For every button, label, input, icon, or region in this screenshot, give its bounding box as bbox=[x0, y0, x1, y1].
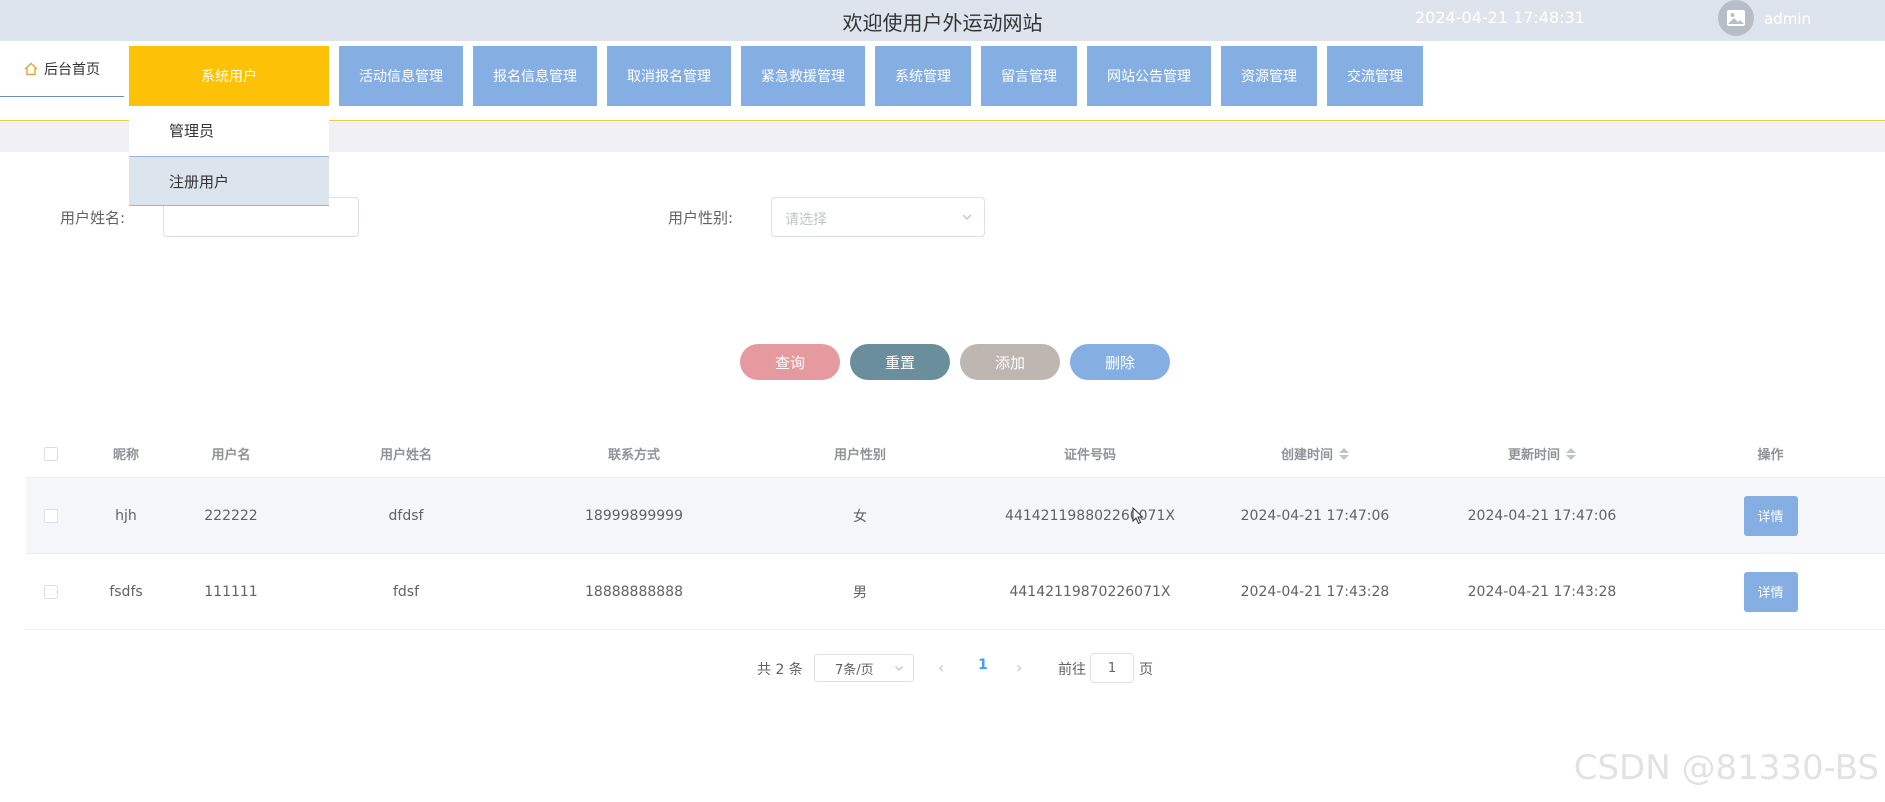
nav-item-cancel-registration[interactable]: 取消报名管理 bbox=[607, 46, 731, 106]
gender-placeholder: 请选择 bbox=[785, 212, 827, 228]
cell-gender: 女 bbox=[853, 508, 867, 525]
select-all-checkbox[interactable] bbox=[44, 446, 58, 461]
nav-item-activity[interactable]: 活动信息管理 bbox=[339, 46, 463, 106]
nav-item-messages[interactable]: 留言管理 bbox=[981, 46, 1077, 106]
image-icon bbox=[1727, 10, 1745, 26]
query-button[interactable]: 查询 bbox=[740, 344, 840, 380]
nav-item-system[interactable]: 系统管理 bbox=[875, 46, 971, 106]
page-size-select[interactable]: 7条/页 bbox=[814, 654, 914, 682]
nav-item-exchange[interactable]: 交流管理 bbox=[1327, 46, 1423, 106]
cell-created-time: 2024-04-21 17:43:28 bbox=[1240, 583, 1390, 600]
cell-phone: 18888888888 bbox=[585, 583, 683, 600]
table-row[interactable]: hjh 222222 dfdsf 18999899999 女 441421198… bbox=[26, 478, 1885, 554]
prev-page-icon[interactable]: ‹ bbox=[938, 658, 944, 677]
column-header: 用户姓名 bbox=[379, 448, 432, 463]
add-button[interactable]: 添加 bbox=[960, 344, 1060, 380]
row-checkbox[interactable] bbox=[44, 584, 58, 599]
cell-created-time: 2024-04-21 17:47:06 bbox=[1240, 507, 1390, 524]
cell-updated-time: 2024-04-21 17:47:06 bbox=[1467, 507, 1617, 524]
cell-phone: 18999899999 bbox=[585, 507, 683, 524]
column-header: 操作 bbox=[1757, 448, 1784, 463]
dropdown-item-admin[interactable]: 管理员 bbox=[129, 106, 329, 156]
column-header: 联系方式 bbox=[607, 448, 660, 463]
table-header-row: 昵称 用户名 用户姓名 联系方式 用户性别 证件号码 创建时间 更新时间 操作 bbox=[26, 430, 1885, 478]
pagination-total: 共 2 条 bbox=[757, 662, 803, 678]
row-checkbox[interactable] bbox=[44, 508, 58, 523]
cell-updated-time: 2024-04-21 17:43:28 bbox=[1467, 583, 1617, 600]
gender-select[interactable]: 请选择 bbox=[771, 197, 985, 237]
cell-id-number: 441421198802260071X bbox=[1005, 507, 1175, 524]
nav-item-notices[interactable]: 网站公告管理 bbox=[1087, 46, 1211, 106]
cell-gender: 男 bbox=[853, 584, 867, 601]
home-link[interactable]: 后台首页 bbox=[0, 41, 124, 97]
detail-button[interactable]: 详情 bbox=[1743, 571, 1798, 612]
column-header: 昵称 bbox=[112, 448, 139, 463]
page-size-value: 7条/页 bbox=[835, 662, 874, 678]
cell-username: 222222 bbox=[204, 507, 258, 524]
column-header: 证件号码 bbox=[1063, 448, 1116, 463]
nav-item-system-users[interactable]: 系统用户 bbox=[129, 46, 329, 106]
column-header: 用户性别 bbox=[833, 448, 886, 463]
datetime-display: 2024-04-21 17:48:31 bbox=[1415, 8, 1585, 27]
column-header: 用户名 bbox=[211, 448, 251, 463]
cell-actions: 详情 bbox=[1656, 478, 1885, 553]
dropdown-item-registered-users[interactable]: 注册用户 bbox=[129, 156, 329, 206]
top-header: 欢迎使用户外运动网站 2024-04-21 17:48:31 admin bbox=[0, 0, 1885, 41]
name-label: 用户姓名: bbox=[60, 209, 126, 227]
column-header-label: 创建时间 bbox=[1280, 448, 1333, 463]
avatar[interactable] bbox=[1718, 0, 1754, 36]
home-icon bbox=[24, 62, 38, 75]
detail-button[interactable]: 详情 bbox=[1743, 495, 1798, 536]
cell-actions: 详情 bbox=[1656, 554, 1885, 629]
select-all-checkbox-cell bbox=[26, 430, 76, 477]
cell-id-number: 44142119870226071X bbox=[1009, 583, 1171, 600]
created-time-header[interactable]: 创建时间 bbox=[1202, 430, 1428, 477]
current-page[interactable]: 1 bbox=[978, 657, 988, 673]
cell-nickname: fsdfs bbox=[109, 583, 143, 600]
row-checkbox-cell bbox=[26, 554, 76, 629]
home-label: 后台首页 bbox=[44, 61, 100, 78]
cell-username: 111111 bbox=[204, 583, 258, 600]
updated-time-header[interactable]: 更新时间 bbox=[1428, 430, 1656, 477]
cell-nickname: hjh bbox=[115, 507, 137, 524]
mouse-cursor-icon bbox=[1132, 507, 1144, 525]
page-suffix: 页 bbox=[1139, 662, 1153, 678]
watermark: CSDN @81330-BS bbox=[1573, 748, 1879, 788]
sort-icon[interactable] bbox=[1339, 447, 1349, 460]
cell-real-name: fdsf bbox=[392, 583, 420, 600]
goto-label: 前往 bbox=[1058, 662, 1086, 678]
delete-button[interactable]: 删除 bbox=[1070, 344, 1170, 380]
site-title: 欢迎使用户外运动网站 bbox=[842, 11, 1043, 35]
sort-icon[interactable] bbox=[1566, 447, 1576, 460]
system-users-dropdown: 管理员 注册用户 bbox=[129, 106, 329, 206]
chevron-down-icon bbox=[962, 214, 972, 220]
column-header-label: 更新时间 bbox=[1507, 448, 1560, 463]
goto-page-input[interactable] bbox=[1090, 653, 1134, 683]
next-page-icon[interactable]: › bbox=[1016, 658, 1022, 677]
nav-item-resources[interactable]: 资源管理 bbox=[1221, 46, 1317, 106]
username[interactable]: admin bbox=[1764, 10, 1811, 28]
chevron-down-icon bbox=[895, 666, 903, 671]
nav-item-rescue[interactable]: 紧急救援管理 bbox=[741, 46, 865, 106]
gender-label: 用户性别: bbox=[668, 209, 734, 227]
cell-real-name: dfdsf bbox=[388, 507, 424, 524]
nav-item-registration[interactable]: 报名信息管理 bbox=[473, 46, 597, 106]
table-row[interactable]: fsdfs 111111 fdsf 18888888888 男 44142119… bbox=[26, 554, 1885, 630]
row-checkbox-cell bbox=[26, 478, 76, 553]
reset-button[interactable]: 重置 bbox=[850, 344, 950, 380]
users-table: 昵称 用户名 用户姓名 联系方式 用户性别 证件号码 创建时间 更新时间 操作 … bbox=[26, 430, 1885, 630]
